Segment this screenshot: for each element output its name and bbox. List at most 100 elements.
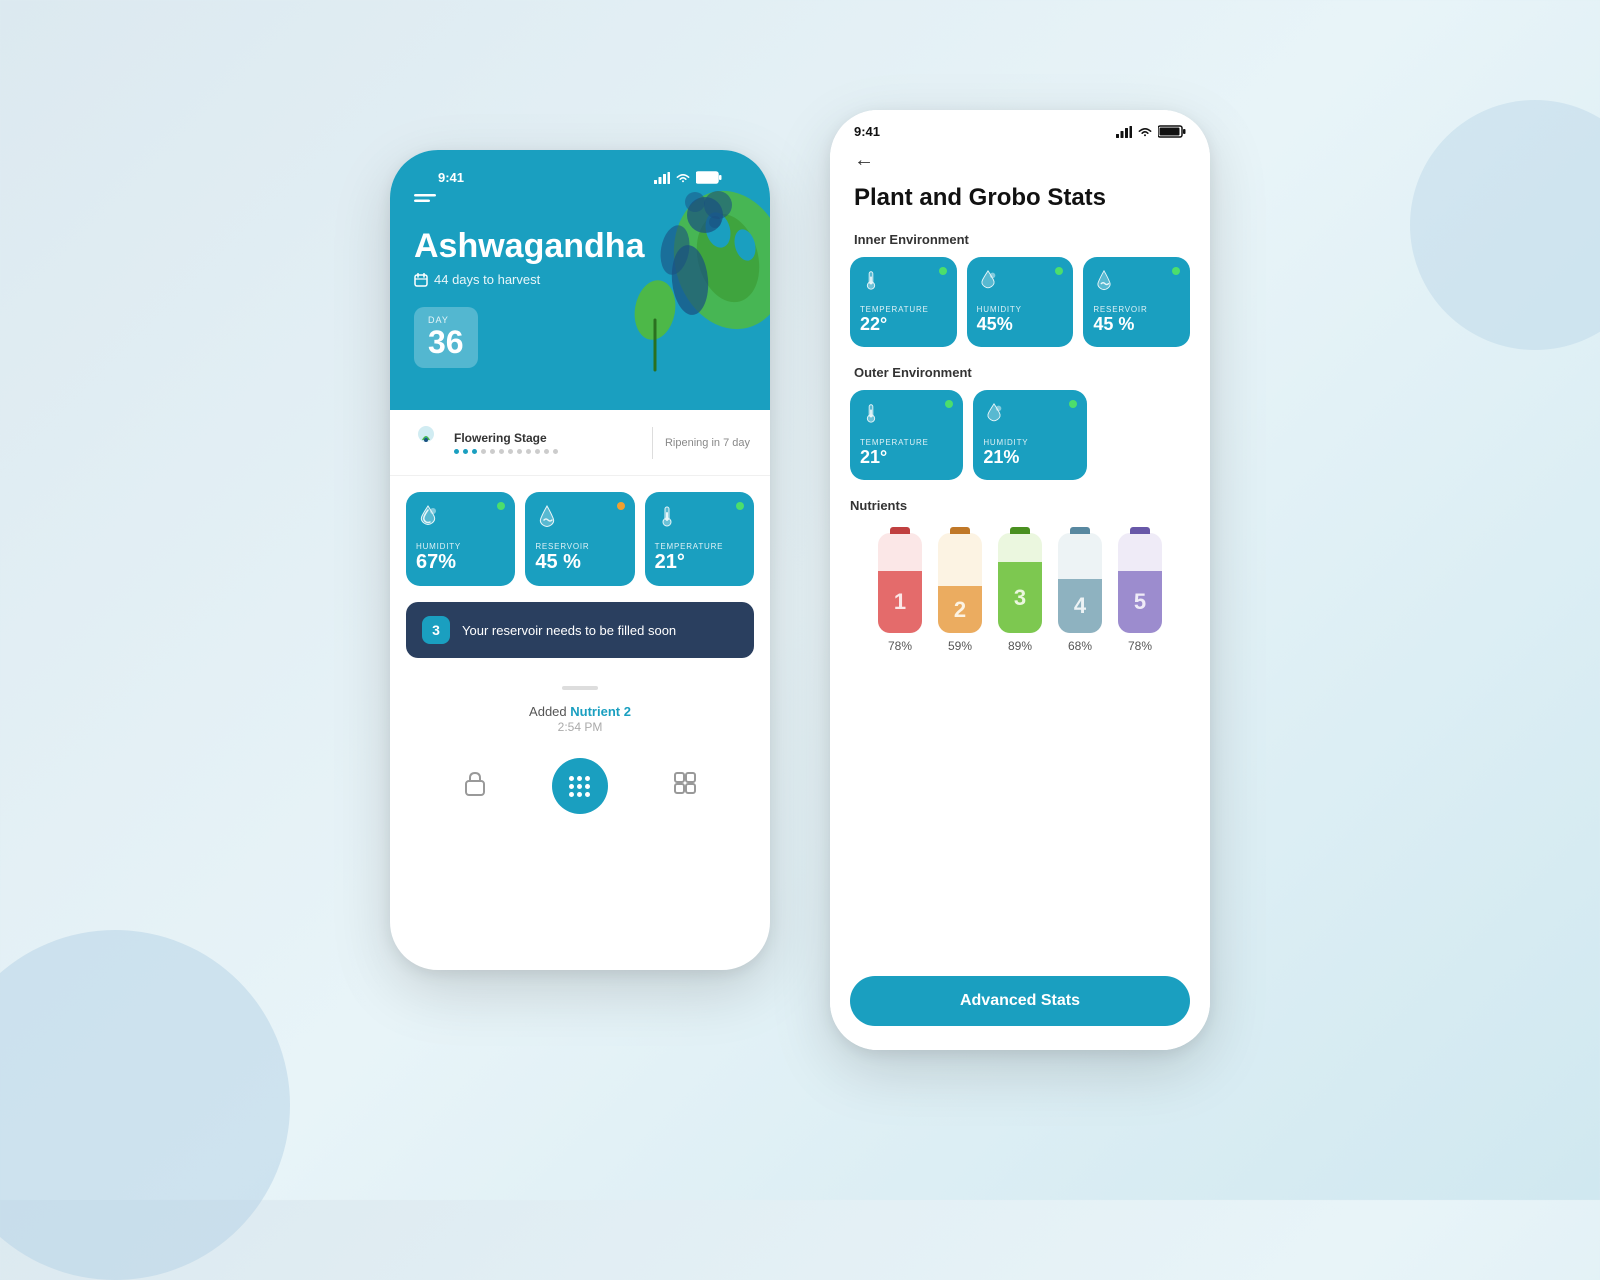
- alert-number: 3: [422, 616, 450, 644]
- battery-icon-right: [1158, 125, 1186, 138]
- nutrient-item-3: 3 89%: [998, 527, 1042, 653]
- inner-humidity-card: HUMIDITY 45%: [967, 257, 1074, 347]
- dot-3: [472, 449, 477, 454]
- nutrient-pct-4: 68%: [1068, 639, 1092, 653]
- temperature-label: TEMPERATURE: [655, 542, 744, 551]
- humidity-value: 67%: [416, 551, 505, 574]
- grid-nav-icon[interactable]: [673, 771, 697, 801]
- outer-env-label: Outer Environment: [830, 361, 1210, 390]
- wifi-icon-right: [1137, 126, 1153, 138]
- battery-body-3: 3: [998, 533, 1042, 633]
- battery-bg-5: [1118, 533, 1162, 633]
- battery-body-2: 2: [938, 533, 982, 633]
- log-section: Added Nutrient 2 2:54 PM: [390, 672, 770, 734]
- battery-4: 4: [1058, 527, 1102, 633]
- reservoir-label: RESERVOIR: [535, 542, 624, 551]
- nutrient-item-5: 5 78%: [1118, 527, 1162, 653]
- center-nav-button[interactable]: [552, 758, 608, 814]
- nutrients-section: Nutrients 1 78% 2 59%: [830, 494, 1210, 976]
- battery-cap-2: [950, 527, 970, 534]
- time-left: 9:41: [438, 170, 464, 185]
- stage-section: Flowering Stage Ripening in 7: [390, 410, 770, 476]
- battery-5: 5: [1118, 527, 1162, 633]
- nutrient-pct-5: 78%: [1128, 639, 1152, 653]
- alert-text: Your reservoir needs to be filled soon: [462, 623, 676, 638]
- stage-info: Flowering Stage: [454, 431, 640, 454]
- calendar-icon: [414, 273, 428, 287]
- humidity-label: HUMIDITY: [416, 542, 505, 551]
- back-arrow: ←: [854, 149, 874, 171]
- dot-5: [490, 449, 495, 454]
- inner-reservoir-icon: [1093, 269, 1180, 297]
- battery-cap-5: [1130, 527, 1150, 534]
- hamburger-icon: [414, 194, 436, 208]
- log-handle: [562, 686, 598, 690]
- dot-11: [544, 449, 549, 454]
- phone-header-bg: 9:41: [390, 150, 770, 410]
- nav-fab-dots: [565, 772, 594, 801]
- outer-humidity-label: HUMIDITY: [983, 438, 1076, 447]
- inner-reservoir-card: RESERVOIR 45 %: [1083, 257, 1190, 347]
- nutrient-pct-3: 89%: [1008, 639, 1032, 653]
- reservoir-icon: [535, 504, 624, 534]
- bg-decoration-right: [1410, 100, 1600, 350]
- phones-container: 9:41: [390, 150, 1210, 1050]
- battery-cap-3: [1010, 527, 1030, 534]
- outer-temp-label: TEMPERATURE: [860, 438, 953, 447]
- dot-10: [535, 449, 540, 454]
- inner-humidity-value: 45%: [977, 314, 1064, 335]
- battery-bg-2: [938, 533, 982, 633]
- bg-decoration-left: [0, 930, 290, 1280]
- metric-humidity: HUMIDITY 67%: [406, 492, 515, 586]
- inner-env-label: Inner Environment: [830, 228, 1210, 257]
- log-entry: Added Nutrient 2 2:54 PM: [410, 704, 750, 734]
- stage-logo: [410, 424, 442, 461]
- stage-divider: [652, 427, 653, 459]
- bottom-nav: [390, 742, 770, 834]
- page-title: Plant and Grobo Stats: [830, 180, 1210, 228]
- outer-env-cards: TEMPERATURE 21° HUMIDITY 21%: [830, 390, 1210, 494]
- nutrient-item-1: 1 78%: [878, 527, 922, 653]
- dot-1: [454, 449, 459, 454]
- temperature-value: 21°: [655, 551, 744, 574]
- metric-temperature: TEMPERATURE 21°: [645, 492, 754, 586]
- battery-2: 2: [938, 527, 982, 633]
- battery-bg-4: [1058, 533, 1102, 633]
- battery-3: 3: [998, 527, 1042, 633]
- nutrients-label: Nutrients: [850, 498, 1190, 517]
- lock-nav-icon[interactable]: [463, 770, 487, 802]
- outer-temperature-card: TEMPERATURE 21°: [850, 390, 963, 480]
- dot-12: [553, 449, 558, 454]
- inner-humidity-icon: [977, 269, 1064, 297]
- reservoir-value: 45 %: [535, 551, 624, 574]
- status-bar-right: 9:41: [830, 110, 1210, 143]
- outer-temp-value: 21°: [860, 447, 953, 468]
- inner-temp-value: 22°: [860, 314, 947, 335]
- back-nav[interactable]: ←: [830, 143, 1210, 180]
- dot-6: [499, 449, 504, 454]
- dot-8: [517, 449, 522, 454]
- outer-humidity-card: HUMIDITY 21%: [973, 390, 1086, 480]
- status-icons-right: [1116, 125, 1186, 138]
- phone-right: 9:41: [830, 110, 1210, 1050]
- stage-dots: [454, 449, 640, 454]
- inner-env-cards: TEMPERATURE 22° HUMIDITY 45%: [830, 257, 1210, 361]
- advanced-stats-button[interactable]: Advanced Stats: [850, 976, 1190, 1026]
- log-time: 2:54 PM: [558, 720, 603, 734]
- thermometer-icon: [655, 504, 744, 534]
- nutrient-bars: 1 78% 2 59% 3 89%: [850, 527, 1190, 653]
- inner-temp-label: TEMPERATURE: [860, 305, 947, 314]
- outer-spacer: [1097, 390, 1190, 480]
- dot-4: [481, 449, 486, 454]
- metric-reservoir: RESERVOIR 45 %: [525, 492, 634, 586]
- day-badge: DAY 36: [414, 307, 478, 368]
- battery-1: 1: [878, 527, 922, 633]
- inner-reservoir-label: RESERVOIR: [1093, 305, 1180, 314]
- day-number: 36: [428, 324, 464, 360]
- battery-cap-1: [890, 527, 910, 534]
- nutrient-item-4: 4 68%: [1058, 527, 1102, 653]
- nutrient-pct-1: 78%: [888, 639, 912, 653]
- phone-left: 9:41: [390, 150, 770, 970]
- outer-humidity-value: 21%: [983, 447, 1076, 468]
- stage-next: Ripening in 7 day: [665, 437, 750, 449]
